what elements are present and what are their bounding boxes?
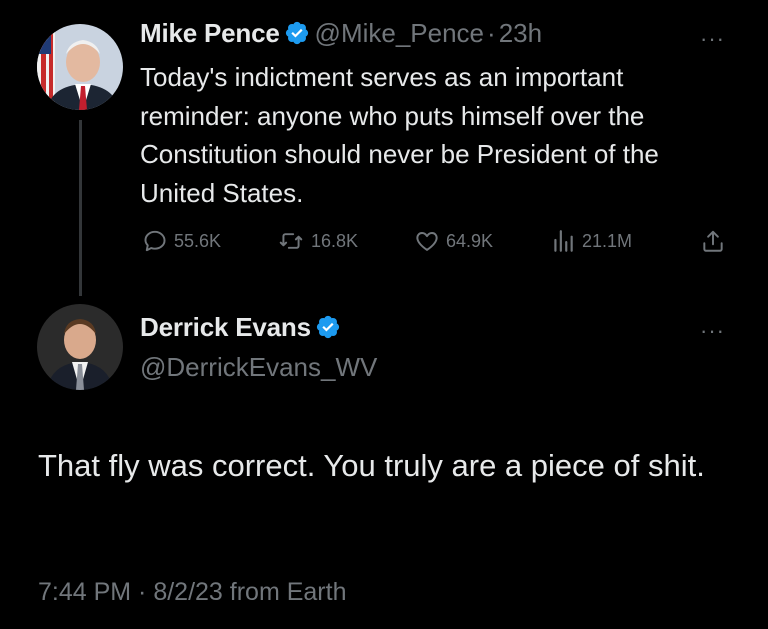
reply-count: 55.6K <box>174 230 222 251</box>
heart-icon <box>416 232 438 251</box>
thread-connector-line <box>79 120 82 296</box>
avatar-image <box>37 304 123 390</box>
tweet-action-bar: 55.6K 16.8K 64.9K 21.1M <box>140 224 740 260</box>
tweet-header: Mike Pence @Mike_Pence · 23h <box>140 18 542 49</box>
reply-timestamp[interactable]: 7:44 PM · 8/2/23 from Earth <box>38 578 346 607</box>
share-icon <box>703 230 723 252</box>
retweet-icon <box>279 233 303 249</box>
avatar-derrick-evans[interactable] <box>37 304 123 390</box>
reply-header: Derrick Evans <box>140 312 341 343</box>
reply-text: That fly was correct. You truly are a pi… <box>38 448 705 483</box>
more-options-button[interactable]: ··· <box>700 26 725 52</box>
tweet-time[interactable]: 23h <box>499 18 542 48</box>
verified-badge-icon <box>285 21 309 45</box>
like-count: 64.9K <box>446 230 494 251</box>
like-button[interactable]: 64.9K <box>414 228 493 254</box>
share-button[interactable] <box>700 228 726 254</box>
header-separator: · <box>487 18 496 48</box>
retweet-button[interactable]: 16.8K <box>277 228 358 254</box>
bar-chart-icon <box>554 230 573 252</box>
reply-button[interactable]: 55.6K <box>142 228 221 254</box>
views-button[interactable]: 21.1M <box>550 228 632 254</box>
author-handle[interactable]: @Mike_Pence <box>315 18 484 48</box>
avatar-mike-pence[interactable] <box>37 24 123 110</box>
verified-badge-icon <box>317 315 340 339</box>
retweet-count: 16.8K <box>311 230 359 251</box>
tweet-text: Today's indictment serves as an importan… <box>140 62 659 208</box>
reply-author-handle[interactable]: @DerrickEvans_WV <box>140 352 377 383</box>
author-name[interactable]: Mike Pence <box>140 18 280 48</box>
avatar-image <box>37 24 123 110</box>
reply-more-options-button[interactable]: ··· <box>700 318 725 344</box>
reply-author-name[interactable]: Derrick Evans <box>140 312 311 342</box>
views-count: 21.1M <box>582 230 633 251</box>
comment-bubble-icon <box>144 230 166 252</box>
